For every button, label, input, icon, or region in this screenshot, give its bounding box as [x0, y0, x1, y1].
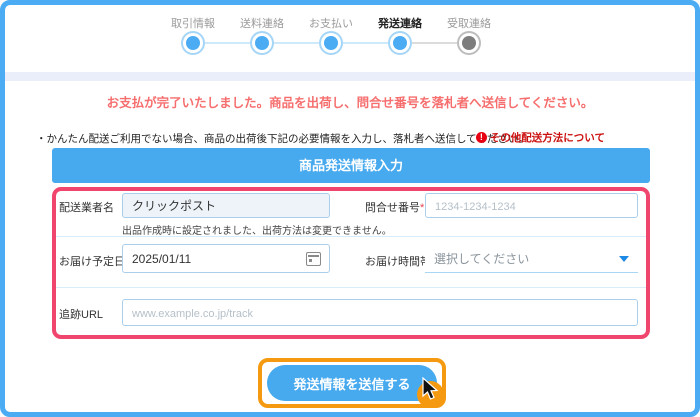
- required-asterisk: *: [420, 202, 424, 214]
- step-dot-payment: [324, 36, 338, 50]
- send-shipping-info-button[interactable]: 発送情報を送信する: [267, 365, 437, 401]
- calendar-icon[interactable]: [306, 252, 321, 266]
- other-shipping-methods-link[interactable]: ! その他配送方法について: [476, 130, 605, 145]
- step-dot-shipping-notice: [393, 36, 407, 50]
- progress-stepper: 取引情報 送料連絡 お支払い 発送連絡 受取連絡: [5, 5, 695, 67]
- mouse-cursor-icon: [419, 377, 441, 401]
- step-dot-shipping-fee: [255, 36, 269, 50]
- delivery-time-label: お届け時間帯: [365, 253, 431, 269]
- step-label-shipping-notice: 発送連絡: [360, 15, 440, 31]
- tracking-number-label: 問合せ番号*: [365, 199, 424, 215]
- section-divider-band: [5, 72, 695, 81]
- form-section-header: 商品発送情報入力: [52, 148, 650, 183]
- exclamation-circle-icon: !: [476, 132, 487, 143]
- instruction-row: ・かんたん配送ご利用でない場合、商品の出荷後下記の必要情報を入力し、落札者へ送信…: [36, 129, 670, 145]
- carrier-name-label: 配送業者名: [59, 199, 114, 215]
- row-divider: [56, 287, 646, 288]
- step-connector: [205, 42, 250, 44]
- payment-complete-message: お支払が完了いたしました。商品を出荷し、問合せ番号を落札者へ送信してください。: [5, 92, 695, 111]
- delivery-date-label: お届け予定日*: [59, 253, 129, 269]
- carrier-name-input[interactable]: [122, 193, 330, 218]
- tracking-url-input[interactable]: [122, 299, 638, 326]
- transaction-page: 取引情報 送料連絡 お支払い 発送連絡 受取連絡 お支払が完了いたしました。商品…: [0, 0, 700, 417]
- step-label-transaction-info: 取引情報: [153, 15, 233, 31]
- chevron-down-icon: [619, 256, 629, 262]
- carrier-note: 出品作成時に設定されました、出荷方法は変更できません。: [122, 222, 392, 237]
- step-dot-transaction-info: [186, 36, 200, 50]
- step-label-payment: お支払い: [291, 15, 371, 31]
- tracking-url-label: 追跡URL: [59, 306, 103, 322]
- instruction-text: ・かんたん配送ご利用でない場合、商品の出荷後下記の必要情報を入力し、落札者へ送信…: [36, 131, 529, 146]
- step-connector: [412, 42, 457, 44]
- step-connector: [343, 42, 388, 44]
- shipping-info-form: 配送業者名 出品作成時に設定されました、出荷方法は変更できません。 問合せ番号*…: [52, 187, 650, 339]
- other-shipping-methods-label: その他配送方法について: [490, 130, 605, 145]
- delivery-date-input[interactable]: [122, 244, 330, 273]
- step-dot-receipt-notice: [462, 36, 476, 50]
- delivery-time-placeholder: 選択してください: [434, 250, 529, 267]
- tracking-number-input[interactable]: [425, 193, 638, 218]
- row-divider: [56, 236, 646, 237]
- step-label-receipt-notice: 受取連絡: [429, 15, 509, 31]
- step-label-shipping-fee: 送料連絡: [222, 15, 302, 31]
- delivery-time-select[interactable]: 選択してください: [425, 244, 638, 273]
- step-connector: [274, 42, 319, 44]
